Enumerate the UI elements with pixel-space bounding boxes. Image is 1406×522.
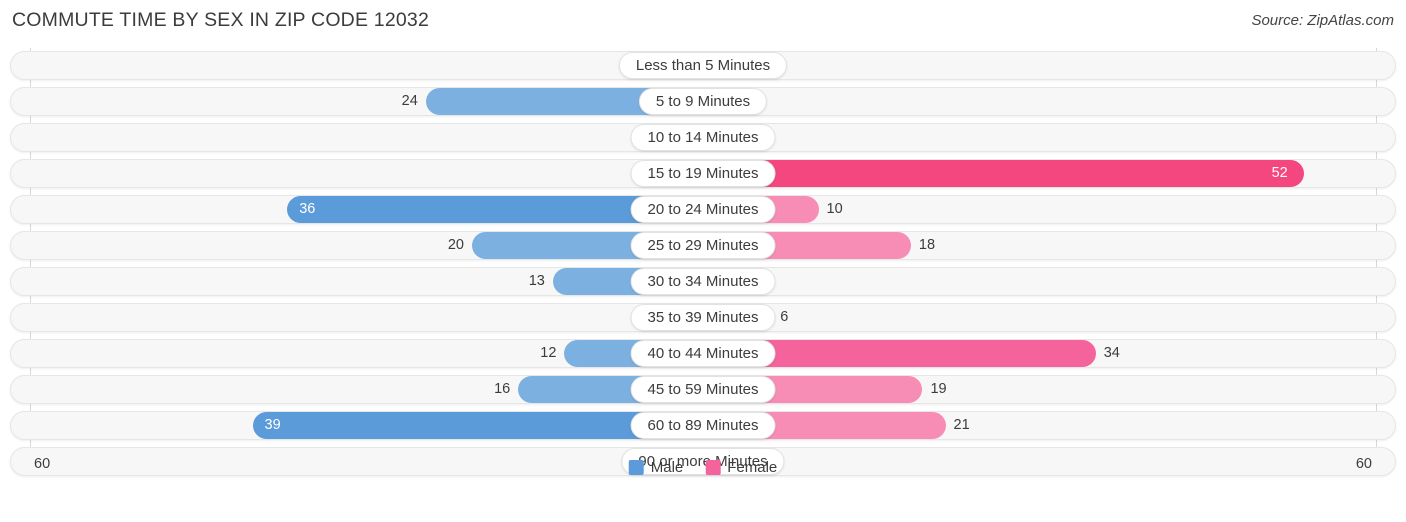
category-label: 40 to 44 Minutes <box>630 340 776 367</box>
male-value-label: 13 <box>528 273 545 289</box>
category-label: Less than 5 Minutes <box>618 52 788 79</box>
male-value-label: 12 <box>540 345 557 361</box>
female-value-label: 18 <box>918 237 936 253</box>
chart-root: COMMUTE TIME BY SEX IN ZIP CODE 12032 So… <box>0 0 1406 522</box>
chart-legend: Male Female <box>628 459 777 476</box>
table-row: 00Less than 5 Minutes <box>10 51 1396 80</box>
table-row: 12 34 40 to 44 Minutes <box>10 339 1396 368</box>
axis-label-right: 60 <box>1355 456 1372 472</box>
female-value-label: 6 <box>780 309 789 325</box>
table-row: 39 21 60 to 89 Minutes <box>10 411 1396 440</box>
axis-label-left: 60 <box>34 456 51 472</box>
table-row: 20 18 25 to 29 Minutes <box>10 231 1396 260</box>
category-label: 25 to 29 Minutes <box>630 232 776 259</box>
table-row: 16 19 45 to 59 Minutes <box>10 375 1396 404</box>
legend-label: Female <box>727 459 778 476</box>
source-attribution: Source: ZipAtlas.com <box>1251 12 1394 29</box>
female-value-label: 19 <box>930 381 947 397</box>
legend-item-female[interactable]: Female <box>705 459 777 476</box>
legend-swatch-icon <box>705 460 721 475</box>
legend-swatch-icon <box>628 460 644 475</box>
female-value-label: 34 <box>1103 345 1120 361</box>
page-title: COMMUTE TIME BY SEX IN ZIP CODE 12032 <box>12 9 430 31</box>
legend-item-male[interactable]: Male <box>628 459 684 476</box>
category-label: 15 to 19 Minutes <box>630 160 776 187</box>
table-row: 2445 to 9 Minutes <box>10 87 1396 116</box>
category-label: 35 to 39 Minutes <box>630 304 776 331</box>
male-value-label: 24 <box>401 93 418 109</box>
table-row: 13030 to 34 Minutes <box>10 267 1396 296</box>
male-value-label: 36 <box>299 201 316 217</box>
category-label: 20 to 24 Minutes <box>630 196 776 223</box>
category-label: 5 to 9 Minutes <box>638 88 768 115</box>
female-value-label: 10 <box>826 201 843 217</box>
category-label: 45 to 59 Minutes <box>630 376 776 403</box>
category-label: 10 to 14 Minutes <box>630 124 776 151</box>
category-label: 60 to 89 Minutes <box>630 412 776 439</box>
female-value-label: 52 <box>1271 165 1288 181</box>
female-value-label: 21 <box>953 417 970 433</box>
category-label: 30 to 34 Minutes <box>630 268 776 295</box>
legend-label: Male <box>650 459 684 476</box>
table-row: 05215 to 19 Minutes <box>10 159 1396 188</box>
male-value-label: 39 <box>264 417 281 433</box>
table-row: 0635 to 39 Minutes <box>10 303 1396 332</box>
male-value-label: 16 <box>494 381 511 397</box>
chart-plot-area: 00Less than 5 Minutes 2445 to 9 Minutes 00… <box>0 48 1406 484</box>
table-row: 0010 to 14 Minutes <box>10 123 1396 152</box>
male-value-label: 20 <box>447 237 464 253</box>
female-bar <box>703 160 1304 187</box>
table-row: 36 10 20 to 24 Minutes <box>10 195 1396 224</box>
